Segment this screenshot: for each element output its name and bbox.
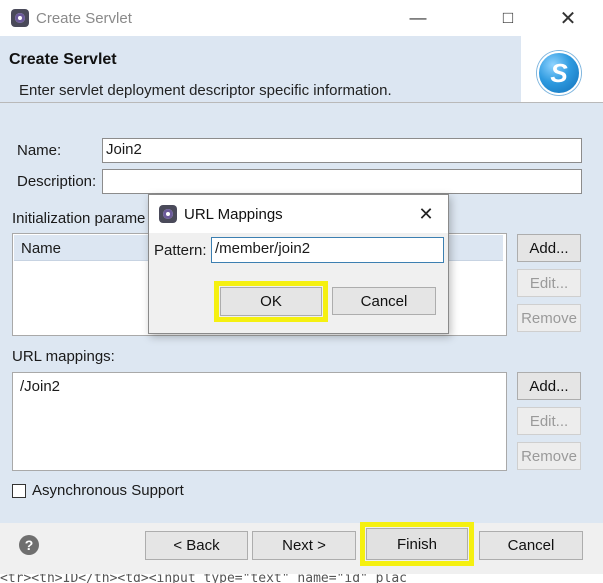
close-icon[interactable]: ✕ — [545, 0, 591, 36]
finish-label: Finish — [396, 535, 437, 553]
finish-button[interactable]: Finish — [366, 528, 468, 560]
dialog-ok-label: OK — [260, 293, 282, 310]
next-button[interactable]: Next > — [252, 531, 356, 560]
dialog-app-icon — [159, 205, 177, 223]
pattern-input[interactable]: /member/join2 — [211, 237, 444, 263]
url-edit-button[interactable]: Edit... — [517, 407, 581, 435]
url-remove-label: Remove — [521, 447, 577, 465]
dialog-titlebar: URL Mappings ✕ — [149, 195, 448, 233]
banner-title: Create Servlet — [9, 51, 117, 68]
init-edit-button[interactable]: Edit... — [517, 269, 581, 297]
cancel-button[interactable]: Cancel — [479, 531, 583, 560]
url-add-button[interactable]: Add... — [517, 372, 581, 400]
next-label: Next > — [282, 537, 326, 554]
dialog-close-icon[interactable]: ✕ — [413, 201, 439, 227]
dialog-title: URL Mappings — [184, 206, 283, 223]
init-add-label: Add... — [529, 239, 569, 257]
maximize-icon[interactable]: □ — [485, 0, 531, 36]
init-edit-label: Edit... — [529, 274, 569, 292]
async-checkbox[interactable] — [12, 484, 26, 498]
init-params-header-name[interactable]: Name — [21, 240, 61, 257]
window-title: Create Servlet — [36, 10, 132, 27]
dialog-ok-button[interactable]: OK — [220, 287, 322, 316]
cancel-label: Cancel — [507, 537, 555, 554]
async-label: Asynchronous Support — [32, 482, 184, 499]
wizard-banner: Create Servlet Enter servlet deployment … — [0, 36, 521, 102]
description-field[interactable] — [102, 169, 582, 194]
init-remove-button[interactable]: Remove — [517, 304, 581, 332]
init-add-button[interactable]: Add... — [517, 234, 581, 262]
url-mappings-dialog: URL Mappings ✕ Pattern: /member/join2 OK… — [148, 194, 449, 334]
init-params-label: Initialization parame — [12, 210, 146, 227]
url-edit-label: Edit... — [529, 412, 569, 430]
init-remove-label: Remove — [521, 309, 577, 327]
url-mappings-label: URL mappings: — [12, 348, 115, 365]
url-add-label: Add... — [529, 377, 569, 395]
eclipse-app-icon — [11, 9, 29, 27]
name-label: Name: — [17, 142, 62, 159]
back-label: < Back — [173, 537, 220, 554]
url-mappings-list[interactable]: /Join2 — [12, 372, 507, 471]
name-field[interactable]: Join2 — [102, 138, 582, 163]
banner-message: Enter servlet deployment descriptor spec… — [19, 82, 392, 99]
url-mapping-item[interactable]: /Join2 — [20, 378, 60, 395]
description-label: Description: — [17, 173, 97, 190]
servlet-logo-icon: S — [537, 51, 581, 95]
dialog-cancel-button[interactable]: Cancel — [332, 287, 436, 315]
dialog-cancel-label: Cancel — [360, 292, 408, 310]
back-button[interactable]: < Back — [145, 531, 248, 560]
window-titlebar: Create Servlet — □ ✕ — [0, 0, 603, 36]
pattern-label: Pattern: — [154, 242, 207, 259]
minimize-icon[interactable]: — — [395, 0, 441, 36]
background-editor-code: <tr><th>ID</th><td><input type="text" na… — [0, 574, 603, 583]
help-icon[interactable]: ? — [19, 535, 39, 555]
url-remove-button[interactable]: Remove — [517, 442, 581, 470]
